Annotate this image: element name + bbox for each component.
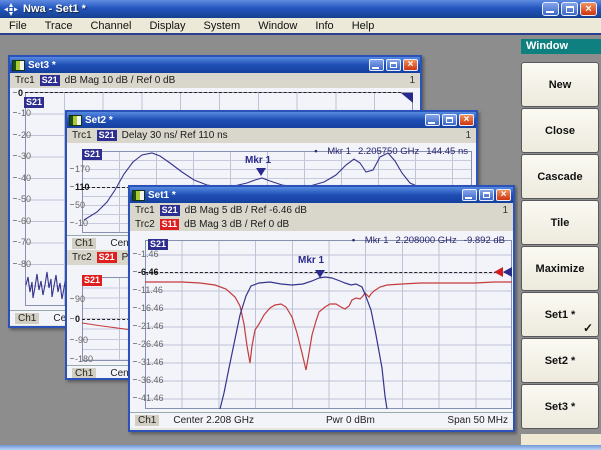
softkey-maximize[interactable]: Maximize	[521, 246, 599, 291]
checkmark-icon: ✓	[583, 321, 593, 335]
set1-minimize-button[interactable]	[462, 189, 477, 201]
set2-maximize-button[interactable]	[442, 114, 457, 126]
set2-trace1-header[interactable]: Trc1 S21 Delay 30 ns/ Ref 110 ns 1	[67, 128, 476, 143]
channel-label: Ch1	[72, 368, 96, 379]
close-icon: ×	[585, 4, 591, 15]
restore-button[interactable]	[561, 2, 578, 16]
menu-bar: File Trace Channel Display System Window…	[0, 18, 601, 35]
set1-title: Set1 *	[148, 190, 460, 201]
menu-file[interactable]: File	[0, 19, 36, 33]
softkey-new[interactable]: New	[521, 62, 599, 107]
channel-span: Span 50 MHz	[447, 415, 508, 426]
softkey-close[interactable]: Close	[521, 108, 599, 153]
s21-badge-red: S21	[97, 252, 117, 263]
set1-title-bar[interactable]: Set1 * ×	[130, 187, 513, 203]
channel-center: Center 2.208 GHz	[173, 415, 254, 426]
set3-close-button[interactable]: ×	[403, 59, 418, 71]
diagram-number: 1	[502, 205, 508, 216]
set3-window-icon	[12, 60, 25, 71]
minimize-icon	[546, 11, 554, 13]
menu-system[interactable]: System	[195, 19, 250, 33]
trace-name: Trc2	[135, 219, 155, 230]
trace-name: Trc1	[15, 75, 35, 86]
set1-channel-row: Ch1 Center 2.208 GHz Pwr 0 dBm Span 50 M…	[130, 412, 513, 428]
set2-title: Set2 *	[85, 115, 423, 126]
main-title-bar[interactable]: Nwa - Set1 * ×	[0, 0, 601, 18]
softkey-tile[interactable]: Tile	[521, 200, 599, 245]
sidebar-filler	[521, 434, 601, 445]
set2-title-bar[interactable]: Set2 * ×	[67, 112, 476, 128]
menu-trace[interactable]: Trace	[36, 19, 82, 33]
restore-icon	[566, 6, 574, 13]
softkey-sidebar: Window New Close Cascade Tile Maximize S…	[518, 37, 601, 445]
s21-badge: S21	[160, 205, 180, 216]
trace-format: dB Mag 10 dB / Ref 0 dB	[65, 75, 176, 86]
menu-info[interactable]: Info	[306, 19, 342, 33]
diagram-number: 1	[465, 130, 471, 141]
maximize-icon	[483, 192, 490, 198]
set1-window-icon	[132, 190, 145, 201]
set1-trace2-header[interactable]: Trc2 S11 dB Mag 3 dB / Ref 0 dB	[130, 217, 513, 231]
set1-trace-s11	[145, 282, 512, 370]
softkey-set3[interactable]: Set3 *	[521, 384, 599, 429]
menu-window[interactable]: Window	[249, 19, 306, 33]
menu-display[interactable]: Display	[140, 19, 194, 33]
set1-diagram: S21 • Mkr 12.208000 GHz-9.892 dB -1.46 -…	[130, 231, 513, 412]
application-window: Nwa - Set1 * × File Trace Channel Displa…	[0, 0, 601, 450]
window-bottom-border	[0, 445, 601, 450]
minimize-button[interactable]	[542, 2, 559, 16]
softkey-set1[interactable]: Set1 * ✓	[521, 292, 599, 337]
close-icon: ×	[408, 60, 414, 70]
minimize-icon	[428, 122, 435, 124]
diagram-number: 1	[409, 75, 415, 86]
sidebar-header: Window	[521, 39, 601, 54]
set2-window-icon	[69, 115, 82, 126]
set3-maximize-button[interactable]	[386, 59, 401, 71]
trace-format: dB Mag 5 dB / Ref -6.46 dB	[185, 205, 307, 216]
set3-minimize-button[interactable]	[369, 59, 384, 71]
menu-help[interactable]: Help	[343, 19, 384, 33]
channel-power: Pwr 0 dBm	[326, 415, 375, 426]
set3-trace-header[interactable]: Trc1 S21 dB Mag 10 dB / Ref 0 dB 1	[10, 73, 420, 88]
trace-name: Trc1	[135, 205, 155, 216]
set1-close-button[interactable]: ×	[496, 189, 511, 201]
trace-name: Trc2	[72, 252, 92, 263]
channel-label: Ch1	[15, 313, 39, 324]
window-set1[interactable]: Set1 * × Trc1 S21 dB Mag 5 dB / Ref -6.4…	[128, 185, 515, 432]
app-logo-icon	[4, 3, 18, 16]
s21-badge: S21	[40, 75, 60, 86]
minimize-icon	[465, 197, 472, 199]
close-icon: ×	[501, 190, 507, 200]
trace-name: Trc1	[72, 130, 92, 141]
close-icon: ×	[464, 115, 470, 125]
maximize-icon	[446, 117, 453, 123]
set2-minimize-button[interactable]	[425, 114, 440, 126]
trace-format: dB Mag 3 dB / Ref 0 dB	[184, 219, 289, 230]
set2-close-button[interactable]: ×	[459, 114, 474, 126]
set1-traces	[130, 231, 513, 412]
set1-maximize-button[interactable]	[479, 189, 494, 201]
set1-trace1-header[interactable]: Trc1 S21 dB Mag 5 dB / Ref -6.46 dB 1	[130, 203, 513, 217]
softkey-set2[interactable]: Set2 *	[521, 338, 599, 383]
channel-label: Ch1	[135, 415, 159, 426]
softkey-cascade[interactable]: Cascade	[521, 154, 599, 199]
channel-label: Ch1	[72, 238, 96, 249]
set3-title-bar[interactable]: Set3 * ×	[10, 57, 420, 73]
s21-badge: S21	[97, 130, 117, 141]
app-title: Nwa - Set1 *	[23, 3, 540, 15]
menu-channel[interactable]: Channel	[81, 19, 140, 33]
trace-format: Delay 30 ns/ Ref 110 ns	[122, 130, 228, 141]
set3-title: Set3 *	[28, 60, 367, 71]
minimize-icon	[372, 67, 379, 69]
maximize-icon	[390, 62, 397, 68]
s11-badge: S11	[160, 219, 180, 230]
close-button[interactable]: ×	[580, 2, 597, 16]
